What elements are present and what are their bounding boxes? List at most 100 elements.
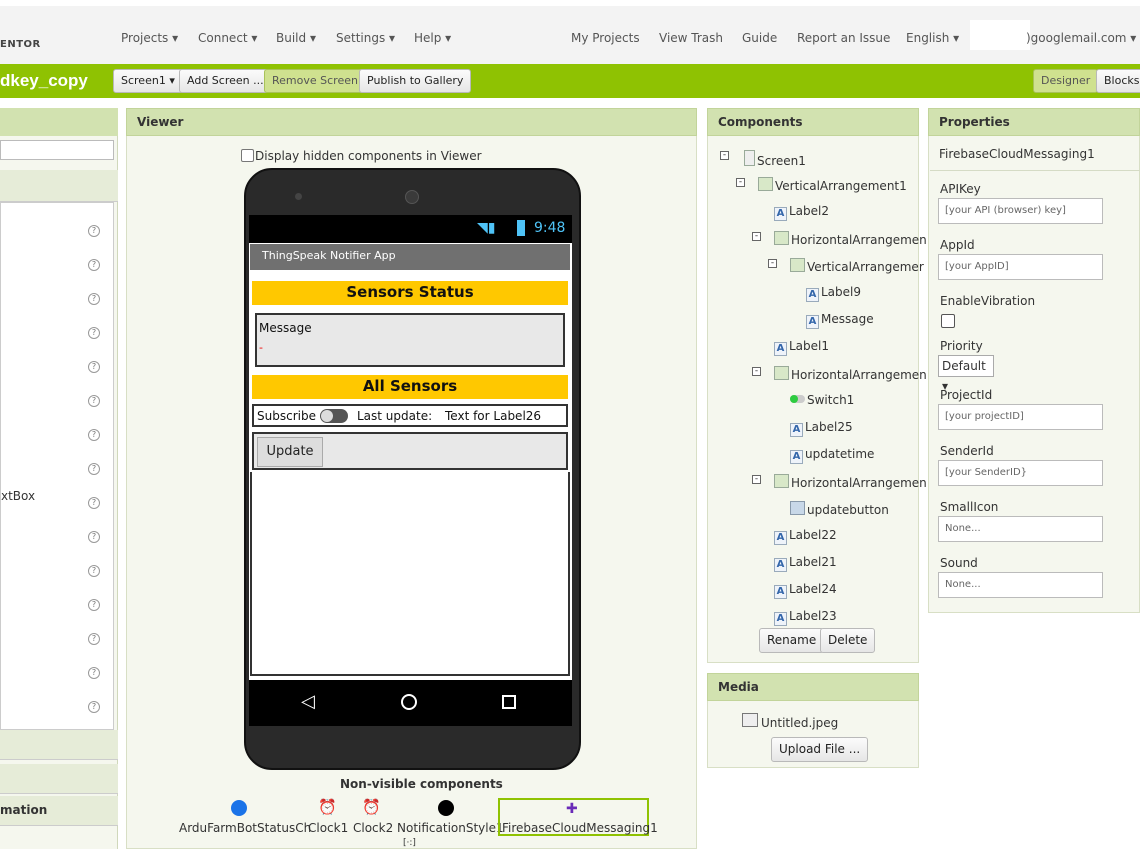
update-button[interactable]: Update: [257, 437, 323, 467]
language-dropdown[interactable]: English ▾: [906, 31, 959, 45]
menu-settings[interactable]: Settings ▾: [336, 31, 395, 45]
publish-gallery-button[interactable]: Publish to Gallery: [359, 69, 472, 93]
tree-label23[interactable]: A Label23: [774, 609, 837, 626]
menu-connect[interactable]: Connect ▾: [198, 31, 257, 45]
tree-label24[interactable]: A Label24: [774, 582, 837, 599]
menu-help[interactable]: Help ▾: [414, 31, 451, 45]
tree-label: Label1: [789, 339, 830, 353]
sound-input[interactable]: None...: [938, 572, 1103, 598]
tree-verticalarrangement1[interactable]: VerticalArrangement1: [758, 177, 907, 193]
tree-label21[interactable]: A Label21: [774, 555, 837, 572]
collapse-icon[interactable]: -: [752, 232, 761, 241]
menu-projects[interactable]: Projects ▾: [121, 31, 178, 45]
tree-label: HorizontalArrangemen: [791, 368, 927, 382]
resize-handle-icon[interactable]: [·:]: [403, 838, 416, 848]
tree-updatebutton[interactable]: updatebutton: [790, 501, 889, 517]
help-icon[interactable]: ?: [88, 599, 100, 611]
palette-category-animation[interactable]: mation: [0, 796, 118, 826]
tree-label9[interactable]: A Label9: [806, 285, 861, 302]
help-icon[interactable]: ?: [88, 259, 100, 271]
label26[interactable]: Text for Label26: [445, 409, 541, 423]
help-icon[interactable]: ?: [88, 531, 100, 543]
help-icon[interactable]: ?: [88, 327, 100, 339]
tree-screen1[interactable]: Screen1: [744, 150, 806, 168]
help-icon[interactable]: ?: [88, 293, 100, 305]
enable-vibration-checkbox[interactable]: [941, 314, 955, 328]
tree-horizontalarrangement[interactable]: HorizontalArrangemen: [774, 474, 927, 490]
help-icon[interactable]: ?: [88, 395, 100, 407]
palette-category[interactable]: [0, 764, 118, 794]
palette-search-input[interactable]: [0, 140, 114, 160]
help-icon[interactable]: ?: [88, 633, 100, 645]
menu-build[interactable]: Build ▾: [276, 31, 316, 45]
collapse-icon[interactable]: -: [768, 259, 777, 268]
globe-icon[interactable]: [231, 800, 247, 816]
message-arrangement[interactable]: Message -: [255, 313, 565, 367]
help-icon[interactable]: ?: [88, 463, 100, 475]
media-file[interactable]: Untitled.jpeg: [761, 716, 838, 730]
clock-icon[interactable]: ⏰: [318, 798, 337, 816]
tree-switch1[interactable]: Switch1: [790, 393, 854, 407]
help-icon[interactable]: ?: [88, 429, 100, 441]
palette-category[interactable]: [0, 730, 118, 760]
subscribe-arrangement[interactable]: Subscribe Last update: Text for Label26: [252, 404, 568, 427]
tree-label1[interactable]: A Label1: [774, 339, 829, 356]
tree-label25[interactable]: A Label25: [790, 420, 853, 437]
hidden-components-checkbox[interactable]: [241, 149, 254, 162]
link-guide[interactable]: Guide: [742, 31, 777, 45]
arrangement-icon: [774, 231, 789, 245]
help-icon[interactable]: ?: [88, 361, 100, 373]
tree-horizontalarrangement[interactable]: HorizontalArrangemen: [774, 366, 927, 382]
priority-select[interactable]: Default ▾: [938, 355, 994, 393]
sensors-status-label[interactable]: Sensors Status: [252, 281, 568, 305]
tree-label22[interactable]: A Label22: [774, 528, 837, 545]
update-arrangement[interactable]: Update: [252, 432, 568, 470]
palette-category[interactable]: [0, 170, 118, 202]
tree-horizontalarrangement[interactable]: HorizontalArrangemen: [774, 231, 927, 247]
designer-button[interactable]: Designer: [1033, 69, 1099, 93]
nonvisible-clock1[interactable]: Clock1: [308, 821, 348, 835]
blocks-button[interactable]: Blocks: [1096, 69, 1140, 93]
message-label[interactable]: Message: [259, 321, 312, 335]
help-icon[interactable]: ?: [88, 225, 100, 237]
nonvisible-firebase-selected[interactable]: ✚ FirebaseCloudMessaging1: [498, 798, 658, 836]
help-icon[interactable]: ?: [88, 497, 100, 509]
upload-file-button[interactable]: Upload File ...: [771, 737, 869, 762]
palette-item-textbox[interactable]: xtBox: [1, 489, 35, 503]
collapse-icon[interactable]: -: [752, 367, 761, 376]
apikey-input[interactable]: [your API (browser) key]: [938, 198, 1103, 224]
add-screen-button[interactable]: Add Screen ...: [179, 69, 272, 93]
rename-button[interactable]: Rename: [759, 628, 825, 653]
collapse-icon[interactable]: -: [736, 178, 745, 187]
all-sensors-label[interactable]: All Sensors: [252, 375, 568, 399]
empty-arrangement[interactable]: [250, 472, 570, 676]
tree-updatetime[interactable]: Aupdatetime: [790, 447, 874, 464]
account-menu[interactable]: )googlemail.com ▾: [1026, 31, 1136, 45]
link-my-projects[interactable]: My Projects: [571, 31, 640, 45]
projectid-input[interactable]: [your projectID]: [938, 404, 1103, 430]
nonvisible-notification[interactable]: NotificationStyle1: [397, 821, 504, 835]
tree-verticalarrangement[interactable]: VerticalArrangemer: [790, 258, 924, 274]
senderid-input[interactable]: [your SenderID}: [938, 460, 1103, 486]
screen-select[interactable]: Screen1 ▾: [113, 69, 183, 93]
help-icon[interactable]: ?: [88, 565, 100, 577]
nonvisible-web[interactable]: ArduFarmBotStatusCh: [179, 821, 311, 835]
delete-button[interactable]: Delete: [820, 628, 876, 653]
nonvisible-clock2[interactable]: Clock2: [353, 821, 393, 835]
remove-screen-button[interactable]: Remove Screen: [264, 69, 366, 93]
message-value[interactable]: -: [259, 341, 263, 354]
appid-input[interactable]: [your AppID]: [938, 254, 1103, 280]
help-icon[interactable]: ?: [88, 667, 100, 679]
notification-icon[interactable]: [438, 800, 454, 816]
collapse-icon[interactable]: -: [752, 475, 761, 484]
smallicon-input[interactable]: None...: [938, 516, 1103, 542]
last-update-label[interactable]: Last update:: [357, 409, 432, 423]
subscribe-switch[interactable]: [320, 409, 348, 423]
clock-icon[interactable]: ⏰: [362, 798, 381, 816]
help-icon[interactable]: ?: [88, 701, 100, 713]
collapse-icon[interactable]: -: [720, 151, 729, 160]
tree-label2[interactable]: A Label2: [774, 204, 829, 221]
link-report-issue[interactable]: Report an Issue: [797, 31, 890, 45]
tree-message[interactable]: A Message: [806, 312, 874, 329]
link-view-trash[interactable]: View Trash: [659, 31, 723, 45]
